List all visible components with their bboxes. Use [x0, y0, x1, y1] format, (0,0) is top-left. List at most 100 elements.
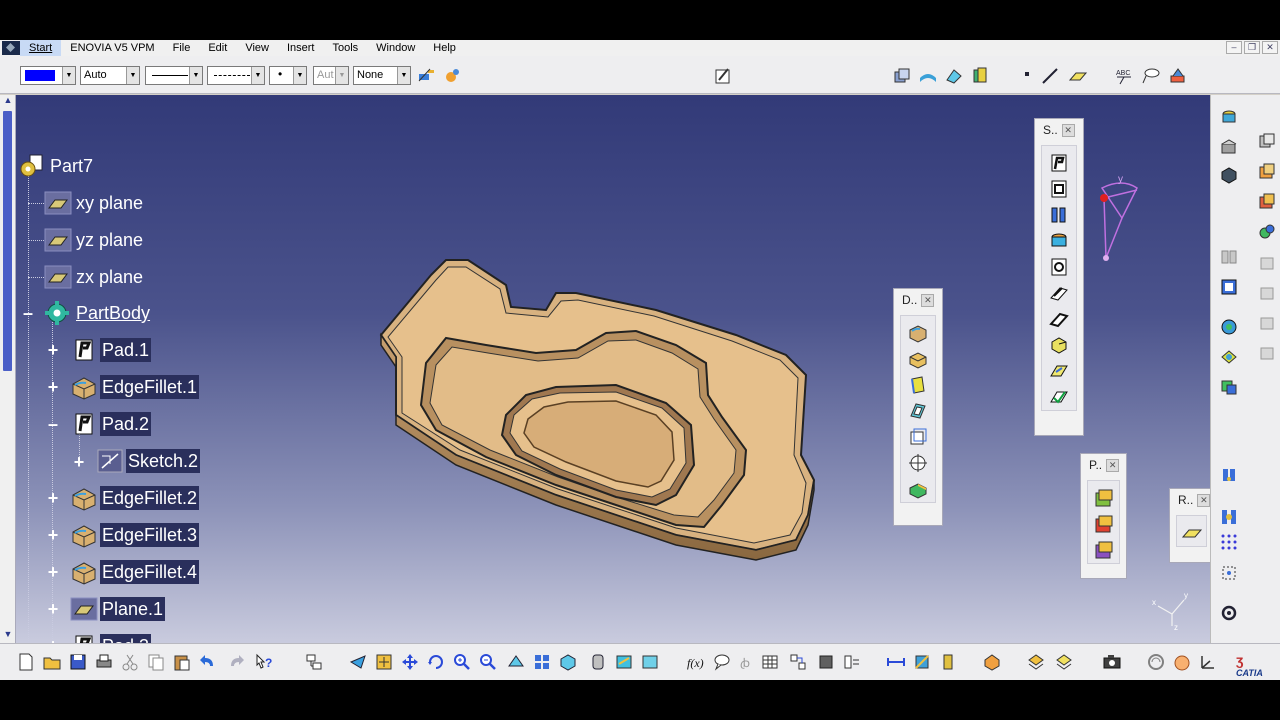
plane-icon[interactable] — [1181, 522, 1203, 544]
chevron-down-icon[interactable]: ▼ — [293, 67, 306, 84]
tree-item-sketch-2[interactable]: Sketch.2 — [96, 446, 201, 476]
split-icon[interactable] — [1257, 191, 1277, 211]
tree-item-edgefillet-2[interactable]: EdgeFillet.2 — [70, 483, 200, 513]
point-icon[interactable] — [1025, 72, 1029, 76]
expand-icon[interactable]: + — [46, 378, 60, 396]
hide-show-icon[interactable] — [614, 652, 634, 672]
shell-icon[interactable] — [907, 400, 929, 422]
snap-point-icon[interactable] — [1219, 563, 1239, 583]
expand-icon[interactable]: + — [46, 341, 60, 359]
sketcher-icon[interactable] — [714, 66, 734, 86]
boolean-intersect-icon[interactable] — [1093, 539, 1115, 561]
hide-icon[interactable] — [1054, 652, 1074, 672]
close-icon[interactable]: ✕ — [1197, 493, 1211, 507]
compass-icon[interactable]: y — [1082, 168, 1142, 268]
layer-combo[interactable]: None ▼ — [353, 66, 411, 85]
parameters-icon[interactable] — [816, 652, 836, 672]
chevron-down-icon[interactable]: ▼ — [397, 67, 410, 84]
pocket-icon[interactable] — [1048, 178, 1070, 200]
close-icon[interactable]: ✕ — [1262, 41, 1278, 54]
axis-icon[interactable] — [1219, 507, 1239, 527]
chevron-down-icon[interactable]: ▼ — [251, 67, 264, 84]
tree-item-pad-3[interactable]: Pad.3 — [70, 631, 152, 643]
close-icon[interactable]: ✕ — [921, 293, 935, 307]
linestyle-combo[interactable]: ▼ — [207, 66, 265, 85]
print-icon[interactable] — [94, 652, 114, 672]
catalog-icon[interactable] — [1219, 317, 1239, 337]
multi-sections-solid-icon[interactable] — [1048, 360, 1070, 382]
sketch-analysis-icon[interactable] — [1146, 652, 1166, 672]
minimize-icon[interactable]: – — [1226, 41, 1242, 54]
law-icon[interactable] — [788, 652, 808, 672]
chevron-down-icon[interactable]: ▼ — [62, 67, 75, 84]
new-icon[interactable] — [16, 652, 36, 672]
design-table-icon[interactable] — [760, 652, 780, 672]
chamfer-icon[interactable] — [907, 348, 929, 370]
tree-item-yz-plane[interactable]: yz plane — [44, 225, 145, 255]
3d-annotation-icon[interactable] — [1168, 66, 1188, 86]
expand-icon[interactable]: + — [46, 526, 60, 544]
formula-icon[interactable]: f(x) — [686, 652, 708, 672]
close-icon[interactable]: ✕ — [1061, 123, 1075, 137]
menu-edit[interactable]: Edit — [199, 40, 236, 56]
rotate-icon[interactable] — [426, 652, 446, 672]
hole-icon[interactable] — [1048, 256, 1070, 278]
body-icon[interactable] — [1219, 107, 1239, 127]
3d-part-icon[interactable] — [1257, 131, 1277, 151]
transparency-combo[interactable]: Auto ▼ — [80, 66, 140, 85]
camera-icon[interactable] — [1102, 652, 1122, 672]
color-combo[interactable]: ▼ — [20, 66, 76, 85]
chevron-down-icon[interactable]: ▼ — [126, 67, 139, 84]
menu-tools[interactable]: Tools — [323, 40, 367, 56]
shaft-icon[interactable] — [1048, 204, 1070, 226]
measure-inertia-icon[interactable] — [938, 652, 958, 672]
copy-icon[interactable] — [146, 652, 166, 672]
copy-format-icon[interactable] — [442, 66, 462, 86]
rib-icon[interactable] — [1048, 282, 1070, 304]
restore-icon[interactable]: ❐ — [1244, 41, 1260, 54]
menu-insert[interactable]: Insert — [278, 40, 324, 56]
boolean-add-icon[interactable] — [1093, 487, 1115, 509]
comment-icon[interactable] — [712, 652, 732, 672]
measure-icon[interactable] — [1219, 138, 1239, 158]
zoom-in-icon[interactable] — [452, 652, 472, 672]
sketch-based-features-toolbar[interactable]: S.. ✕ — [1034, 118, 1084, 436]
collapse-icon[interactable]: – — [46, 415, 60, 433]
zoom-out-icon[interactable] — [478, 652, 498, 672]
point-symbol-combo[interactable]: • ▼ — [269, 66, 307, 85]
undo-icon[interactable] — [198, 652, 218, 672]
save-icon[interactable] — [68, 652, 88, 672]
apply-material-icon[interactable] — [1219, 347, 1239, 367]
flag-note-icon[interactable] — [1140, 66, 1160, 86]
tree-scrollbar[interactable]: ▲ ▼ — [0, 95, 16, 643]
part-design-icon[interactable] — [892, 66, 912, 86]
menu-help[interactable]: Help — [424, 40, 465, 56]
menu-view[interactable]: View — [236, 40, 278, 56]
edge-fillet-icon[interactable] — [907, 322, 929, 344]
stiffener-icon[interactable] — [1048, 334, 1070, 356]
open-icon[interactable] — [42, 652, 62, 672]
tree-item-plane-1[interactable]: Plane.1 — [70, 594, 166, 624]
thick-surface-icon[interactable] — [1257, 221, 1277, 241]
solid-icon[interactable] — [970, 66, 990, 86]
specification-icon[interactable] — [304, 652, 324, 672]
painter-icon[interactable] — [416, 66, 436, 86]
remove-face-icon[interactable] — [907, 478, 929, 500]
fly-mode-icon[interactable] — [348, 652, 368, 672]
pan-icon[interactable] — [400, 652, 420, 672]
isolate-icon[interactable] — [1219, 165, 1239, 185]
scroll-down-icon[interactable]: ▼ — [0, 629, 16, 643]
catia-app-icon[interactable] — [2, 41, 20, 55]
tree-item-zx-plane[interactable]: zx plane — [44, 262, 145, 292]
linetype-combo[interactable]: ▼ — [145, 66, 203, 85]
collapse-icon[interactable]: – — [21, 304, 35, 322]
tree-item-partbody[interactable]: PartBody — [44, 298, 152, 328]
update-all-icon[interactable] — [1219, 377, 1239, 397]
line-icon[interactable] — [1040, 66, 1060, 86]
isometric-view-icon[interactable] — [558, 652, 578, 672]
close-icon[interactable]: ✕ — [1106, 458, 1120, 472]
grid-icon[interactable] — [1219, 532, 1239, 552]
cut-icon[interactable] — [120, 652, 140, 672]
expand-icon[interactable]: + — [46, 489, 60, 507]
knowledge-icon[interactable] — [1219, 465, 1239, 485]
